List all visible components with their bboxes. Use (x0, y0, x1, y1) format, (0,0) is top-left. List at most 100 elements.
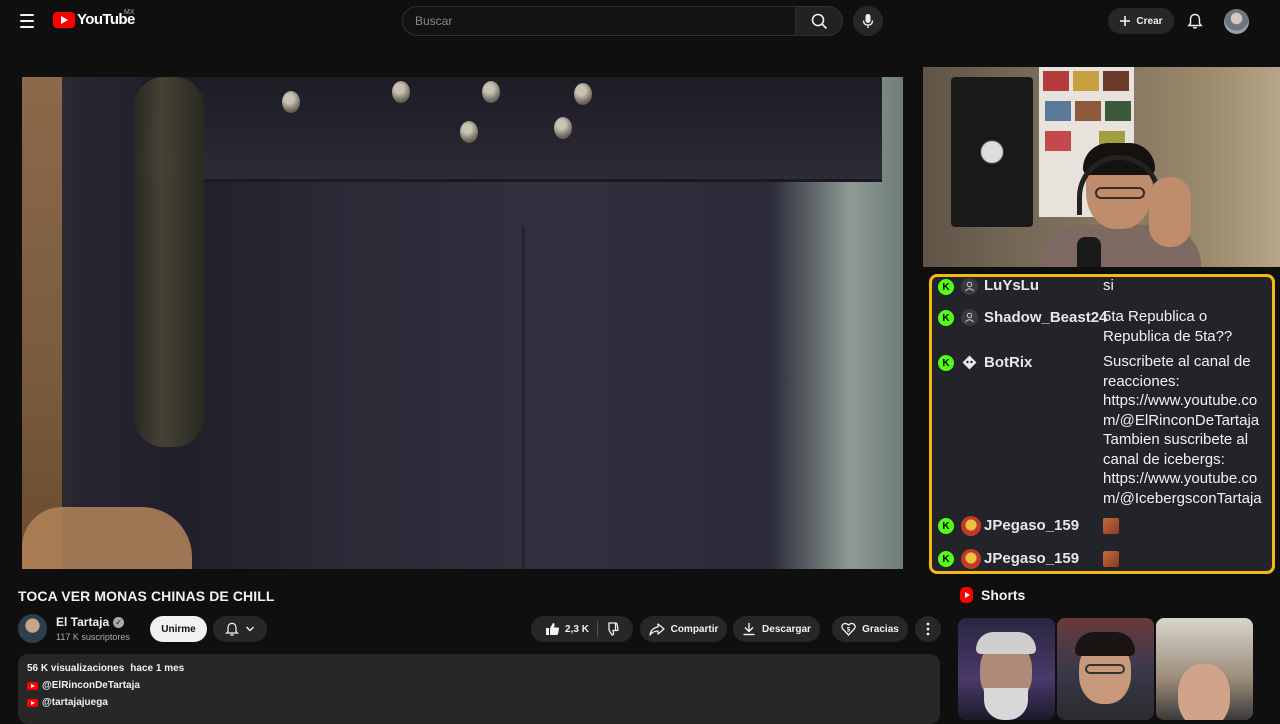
search-button[interactable] (795, 6, 843, 36)
streamer-glasses (1095, 187, 1145, 199)
voice-search-button[interactable] (853, 6, 883, 36)
short-thumbnail-glasses (1085, 664, 1125, 674)
youtube-play-icon (53, 11, 75, 28)
search-box (402, 6, 796, 36)
chat-username: BotRix (984, 354, 1033, 371)
like-button[interactable]: 2,3 K (545, 621, 598, 637)
video-frame-stud (460, 121, 478, 143)
kick-badge-icon: K (938, 551, 954, 567)
search-input[interactable] (415, 14, 783, 28)
streamer-hand (1149, 177, 1191, 247)
video-title: TOCA VER MONAS CHINAS DE CHILL (18, 588, 275, 604)
shorts-header: Shorts (960, 587, 1025, 603)
heart-dollar-icon: $ (841, 622, 856, 636)
like-dislike-group: 2,3 K (531, 616, 633, 642)
chat-text: Suscribete al canal de reacciones: https… (1103, 353, 1262, 507)
top-bar: YouTube MX Crear (0, 0, 1280, 42)
chat-username: JPegaso_159 (984, 550, 1080, 567)
thanks-button[interactable]: $ Gracias (832, 616, 908, 642)
youtube-icon (27, 698, 38, 707)
short-thumbnail-hair (1075, 632, 1135, 656)
shelf-item (1043, 71, 1069, 91)
more-actions-button[interactable] (915, 616, 941, 642)
bell-icon (1187, 13, 1203, 29)
country-code: MX (124, 9, 135, 16)
video-frame-arm (22, 77, 62, 569)
thanks-label: Gracias (862, 623, 899, 635)
channel-avatar[interactable] (18, 614, 47, 643)
bell-icon (225, 622, 239, 636)
download-icon (743, 623, 755, 636)
dislike-button[interactable] (604, 622, 619, 636)
video-frame-stud (574, 83, 592, 105)
video-player[interactable] (22, 77, 903, 569)
chevron-down-icon (246, 626, 254, 632)
channel-link-text[interactable]: @ElRinconDeTartaja (42, 680, 140, 691)
webcam-overlay (923, 67, 1280, 267)
stream-chat-overlay: K LuYsLu si K Shadow_Beast24 5ta Republi… (929, 274, 1275, 574)
short-thumbnail-beard (984, 688, 1028, 720)
join-button[interactable]: Unirme (150, 616, 207, 642)
chat-username: JPegaso_159 (984, 517, 1080, 534)
user-icon (961, 309, 978, 326)
short-thumbnail[interactable] (958, 618, 1055, 720)
webcam-poster (951, 77, 1033, 227)
menu-icon[interactable] (14, 9, 40, 33)
shelf-item (1103, 71, 1129, 91)
description-box[interactable]: 56 K visualizaciones hace 1 mes @ElRinco… (18, 654, 940, 724)
channel-link-text[interactable]: @tartajajuega (42, 697, 108, 708)
shelf-item (1105, 101, 1131, 121)
video-frame-seam (522, 227, 525, 569)
emote-icon (1103, 518, 1119, 534)
video-frame-stud (392, 81, 410, 103)
youtube-icon (27, 681, 38, 690)
thumbs-down-icon (608, 622, 619, 636)
notifications-button[interactable] (1183, 9, 1207, 33)
create-button[interactable]: Crear (1108, 8, 1174, 34)
user-avatar-icon (961, 516, 981, 536)
user-avatar-icon (961, 549, 981, 569)
shorts-icon (960, 587, 973, 603)
microphone-icon (862, 14, 874, 28)
streamer-mic (1077, 237, 1101, 267)
video-frame-stud (554, 117, 572, 139)
share-label: Compartir (670, 623, 719, 635)
share-button[interactable]: Compartir (640, 616, 727, 642)
account-avatar[interactable] (1224, 9, 1249, 34)
shorts-label: Shorts (981, 587, 1026, 603)
upload-date: hace 1 mes (130, 663, 185, 674)
channel-name-row[interactable]: El Tartaja ✓ (56, 615, 125, 629)
thumbs-up-icon (546, 623, 560, 635)
short-thumbnail-face (1178, 664, 1230, 720)
view-count: 56 K visualizaciones (27, 663, 125, 674)
channel-name[interactable]: El Tartaja (56, 615, 109, 629)
short-thumbnail[interactable] (1057, 618, 1154, 720)
shelf-item (1075, 101, 1101, 121)
kick-badge-icon: K (938, 518, 954, 534)
chat-username: LuYsLu (984, 277, 1039, 294)
plus-icon (1120, 16, 1131, 26)
download-label: Descargar (762, 623, 811, 635)
download-button[interactable]: Descargar (733, 616, 820, 642)
chat-text: si (1103, 277, 1114, 294)
video-frame-holster (134, 77, 204, 447)
share-icon (648, 622, 665, 636)
video-frame-belt (142, 77, 882, 182)
emote-icon (1103, 551, 1119, 567)
description-stats: 56 K visualizaciones hace 1 mes (27, 663, 931, 674)
shelf-item (1045, 101, 1071, 121)
youtube-logo[interactable]: YouTube (53, 11, 135, 28)
kick-badge-icon: K (938, 279, 954, 295)
video-frame-hand (22, 507, 192, 569)
description-link[interactable]: @ElRinconDeTartaja (27, 680, 931, 691)
like-count: 2,3 K (565, 623, 589, 635)
shelf-item (1073, 71, 1099, 91)
chat-text: 5ta Republica o Republica de 5ta?? (1103, 308, 1233, 345)
user-icon (961, 278, 978, 295)
search-icon (811, 13, 827, 29)
kick-badge-icon: K (938, 310, 954, 326)
short-thumbnail[interactable] (1156, 618, 1253, 720)
subscription-notifications-button[interactable] (213, 616, 267, 642)
video-frame-stud (282, 91, 300, 113)
description-link[interactable]: @tartajajuega (27, 697, 931, 708)
